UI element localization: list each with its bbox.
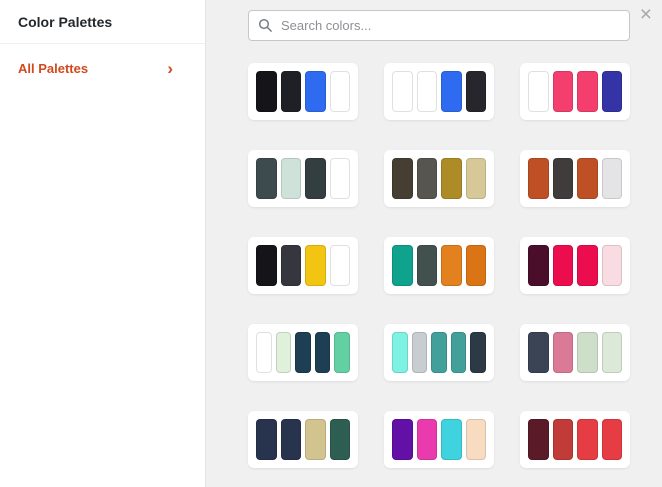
color-swatch xyxy=(466,158,487,199)
color-swatch xyxy=(276,332,292,373)
color-swatch xyxy=(392,158,413,199)
color-swatch xyxy=(315,332,331,373)
color-swatch xyxy=(305,419,326,460)
close-icon[interactable]: × xyxy=(640,2,652,27)
color-swatch xyxy=(577,419,598,460)
chevron-right-icon: › xyxy=(167,64,173,74)
palette-card[interactable] xyxy=(248,150,358,207)
color-swatch xyxy=(256,419,277,460)
color-swatch xyxy=(330,419,351,460)
color-swatch xyxy=(528,332,549,373)
color-swatch xyxy=(602,245,623,286)
color-swatch xyxy=(392,71,413,112)
palette-card[interactable] xyxy=(520,411,630,468)
search-input[interactable] xyxy=(248,10,630,41)
color-swatch xyxy=(330,245,351,286)
color-swatch xyxy=(305,245,326,286)
color-swatch xyxy=(281,158,302,199)
color-swatch xyxy=(281,245,302,286)
color-swatch xyxy=(392,419,413,460)
color-swatch xyxy=(295,332,311,373)
color-swatch xyxy=(334,332,350,373)
color-swatch xyxy=(553,332,574,373)
color-swatch xyxy=(441,245,462,286)
color-swatch xyxy=(602,419,623,460)
color-swatch xyxy=(281,419,302,460)
main-panel: × xyxy=(206,0,662,487)
color-swatch xyxy=(256,158,277,199)
color-swatch xyxy=(431,332,447,373)
color-swatch xyxy=(417,245,438,286)
search-bar xyxy=(248,10,630,41)
palette-card[interactable] xyxy=(248,63,358,120)
palette-card[interactable] xyxy=(384,63,494,120)
color-swatch xyxy=(281,71,302,112)
color-swatch xyxy=(392,332,408,373)
color-swatch xyxy=(553,419,574,460)
color-swatch xyxy=(553,71,574,112)
palette-card[interactable] xyxy=(520,150,630,207)
color-swatch xyxy=(577,71,598,112)
palette-card[interactable] xyxy=(520,237,630,294)
palette-card[interactable] xyxy=(520,63,630,120)
palette-card[interactable] xyxy=(248,411,358,468)
sidebar: Color Palettes All Palettes › xyxy=(0,0,206,487)
color-swatch xyxy=(330,71,351,112)
color-swatch xyxy=(256,332,272,373)
color-swatch xyxy=(470,332,486,373)
color-swatch xyxy=(466,245,487,286)
color-swatch xyxy=(577,332,598,373)
color-swatch xyxy=(441,71,462,112)
color-swatch xyxy=(256,245,277,286)
color-swatch xyxy=(256,71,277,112)
color-swatch xyxy=(602,71,623,112)
sidebar-item-all-palettes[interactable]: All Palettes › xyxy=(0,44,205,93)
sidebar-title: Color Palettes xyxy=(0,0,205,43)
palette-card[interactable] xyxy=(248,324,358,381)
color-palettes-panel: Color Palettes All Palettes › × xyxy=(0,0,662,487)
color-swatch xyxy=(602,158,623,199)
color-swatch xyxy=(417,71,438,112)
color-swatch xyxy=(392,245,413,286)
palette-card[interactable] xyxy=(384,150,494,207)
color-swatch xyxy=(528,245,549,286)
color-swatch xyxy=(577,158,598,199)
color-swatch xyxy=(417,158,438,199)
all-palettes-label: All Palettes xyxy=(18,61,88,76)
color-swatch xyxy=(330,158,351,199)
palette-grid xyxy=(248,63,662,468)
color-swatch xyxy=(577,245,598,286)
color-swatch xyxy=(412,332,428,373)
color-swatch xyxy=(528,158,549,199)
palette-card[interactable] xyxy=(384,324,494,381)
color-swatch xyxy=(602,332,623,373)
color-swatch xyxy=(441,419,462,460)
color-swatch xyxy=(305,71,326,112)
color-swatch xyxy=(417,419,438,460)
color-swatch xyxy=(553,158,574,199)
palette-card[interactable] xyxy=(248,237,358,294)
palette-card[interactable] xyxy=(384,237,494,294)
color-swatch xyxy=(466,71,487,112)
color-swatch xyxy=(528,71,549,112)
palette-card[interactable] xyxy=(520,324,630,381)
palette-card[interactable] xyxy=(384,411,494,468)
color-swatch xyxy=(451,332,467,373)
color-swatch xyxy=(528,419,549,460)
color-swatch xyxy=(441,158,462,199)
color-swatch xyxy=(466,419,487,460)
color-swatch xyxy=(553,245,574,286)
color-swatch xyxy=(305,158,326,199)
